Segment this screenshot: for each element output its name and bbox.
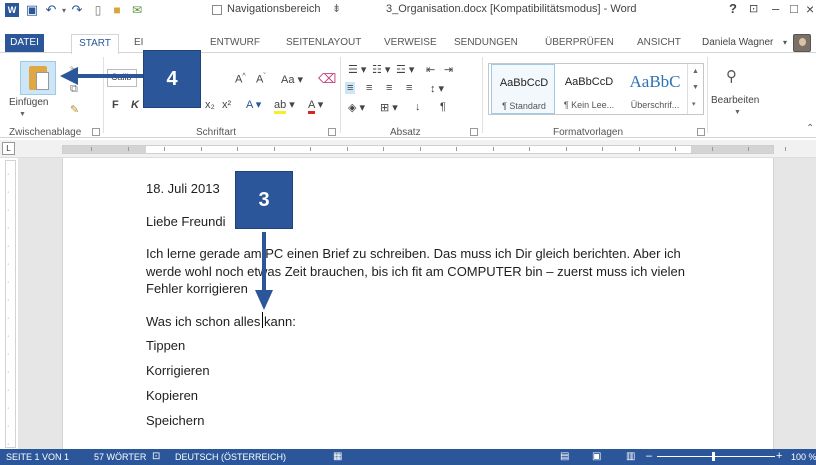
web-layout-icon[interactable]: ▥	[626, 451, 635, 462]
status-word-count[interactable]: 57 WÖRTER	[94, 452, 146, 462]
macro-recording-icon[interactable]: ▦	[333, 451, 342, 462]
callout-step-3: 3	[236, 172, 292, 228]
proofing-icon[interactable]: ⊡	[152, 451, 160, 462]
status-language[interactable]: DEUTSCH (ÖSTERREICH)	[175, 452, 286, 462]
arrow-to-paste-head	[60, 67, 78, 85]
zoom-slider-thumb[interactable]	[712, 452, 715, 461]
zoom-in-icon[interactable]: +	[776, 450, 782, 462]
word-window: W ▣ ↶ ▾ ↷ ▯ ■ ✉ Navigationsbereich ⇟ 3_O…	[0, 0, 816, 465]
zoom-slider-track[interactable]	[657, 456, 775, 457]
zoom-out-icon[interactable]: –	[646, 450, 652, 462]
callout-step-4: 4	[144, 51, 200, 107]
read-mode-icon[interactable]: ▤	[560, 451, 569, 462]
tab-start[interactable]: START	[71, 34, 119, 54]
status-page[interactable]: SEITE 1 VON 1	[6, 452, 69, 462]
annotation-arrows	[60, 67, 273, 310]
arrow-to-cursor-head	[255, 290, 273, 310]
status-bar: SEITE 1 VON 1 57 WÖRTER ⊡ DEUTSCH (ÖSTER…	[0, 449, 816, 465]
print-layout-icon[interactable]: ▣	[592, 451, 601, 462]
zoom-level[interactable]: 100 %	[791, 452, 816, 462]
